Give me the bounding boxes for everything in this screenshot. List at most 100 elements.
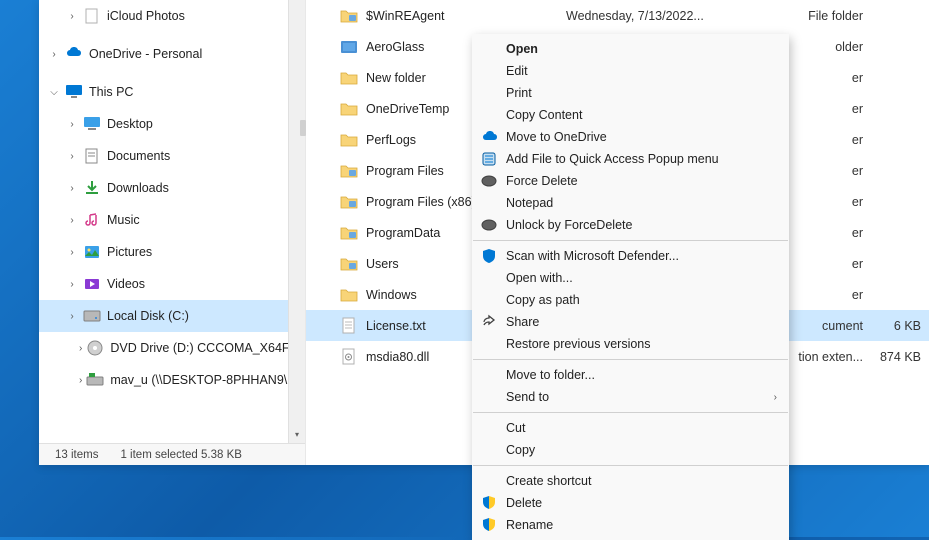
folder-icon [340, 255, 358, 273]
chevron-right-icon[interactable]: › [65, 183, 79, 194]
tree-label: This PC [89, 85, 133, 99]
separator [473, 359, 788, 360]
ctx-openwith[interactable]: Open with... [472, 267, 789, 289]
tree-label: Desktop [107, 117, 153, 131]
oval-icon [480, 216, 498, 234]
tree-item-music[interactable]: › Music [39, 204, 305, 236]
tree-item-videos[interactable]: › Videos [39, 268, 305, 300]
ctx-edit[interactable]: Edit [472, 60, 789, 82]
chevron-right-icon[interactable]: › [65, 151, 79, 162]
share-icon [480, 313, 498, 331]
file-name: OneDriveTemp [366, 102, 449, 116]
ctx-notepad[interactable]: Notepad [472, 192, 789, 214]
navigation-pane: › iCloud Photos › OneDrive - Personal ⌵ … [39, 0, 305, 465]
ctx-defender[interactable]: Scan with Microsoft Defender... [472, 245, 789, 267]
item-count: 13 items [55, 449, 98, 461]
ctx-print[interactable]: Print [472, 82, 789, 104]
ctx-createshortcut[interactable]: Create shortcut [472, 470, 789, 492]
chevron-right-icon[interactable]: › [65, 119, 79, 130]
tree-item-network[interactable]: › mav_u (\\DESKTOP-8PHHAN9\Users) ( [39, 364, 305, 396]
ctx-sendto[interactable]: Send to › [472, 386, 789, 408]
tree-item-thispc[interactable]: ⌵ This PC [39, 76, 305, 108]
tree-item-localdisk[interactable]: › Local Disk (C:) [39, 300, 305, 332]
videos-icon [83, 275, 101, 293]
disk-icon [83, 307, 101, 325]
separator [473, 240, 788, 241]
tree-label: Pictures [107, 245, 152, 259]
context-menu: Open Edit Print Copy Content Move to One… [472, 34, 789, 540]
music-icon [83, 211, 101, 229]
file-name: msdia80.dll [366, 350, 429, 364]
chevron-right-icon[interactable]: › [65, 11, 79, 22]
ctx-share[interactable]: Share [472, 311, 789, 333]
cloud-icon [65, 45, 83, 63]
downloads-icon [83, 179, 101, 197]
chevron-right-icon[interactable]: › [65, 215, 79, 226]
chevron-right-icon[interactable]: › [47, 49, 61, 60]
folder-icon [340, 100, 358, 118]
oval-icon [480, 172, 498, 190]
documents-icon [83, 147, 101, 165]
tree-item-pictures[interactable]: › Pictures [39, 236, 305, 268]
file-name: Windows [366, 288, 417, 302]
file-icon [83, 7, 101, 25]
ctx-delete[interactable]: Delete [472, 492, 789, 514]
tree-label: mav_u (\\DESKTOP-8PHHAN9\Users) ( [110, 373, 305, 387]
file-name: $WinREAgent [366, 9, 445, 23]
tree-item-onedrive[interactable]: › OneDrive - Personal [39, 38, 305, 70]
ctx-cut[interactable]: Cut [472, 417, 789, 439]
file-name: PerfLogs [366, 133, 416, 147]
splitter-handle[interactable] [300, 120, 306, 136]
file-name: Program Files [366, 164, 444, 178]
tree-label: Downloads [107, 181, 169, 195]
file-name: ProgramData [366, 226, 440, 240]
chevron-right-icon[interactable]: › [65, 311, 79, 322]
computer-icon [65, 83, 83, 101]
tree-item-icloud[interactable]: › iCloud Photos [39, 0, 305, 32]
file-name: Users [366, 257, 399, 271]
pictures-icon [83, 243, 101, 261]
file-row[interactable]: $WinREAgentWednesday, 7/13/2022...File f… [306, 0, 929, 31]
dvd-icon [86, 339, 104, 357]
ctx-copyaspath[interactable]: Copy as path [472, 289, 789, 311]
ctx-restoreprev[interactable]: Restore previous versions [472, 333, 789, 355]
ctx-movetofolder[interactable]: Move to folder... [472, 364, 789, 386]
tree-item-dvd[interactable]: › DVD Drive (D:) CCCOMA_X64FRE_EN-O [39, 332, 305, 364]
tree-label: Documents [107, 149, 170, 163]
uac-shield-icon [480, 516, 498, 534]
ctx-open[interactable]: Open [472, 38, 789, 60]
tree-item-desktop[interactable]: › Desktop [39, 108, 305, 140]
chevron-right-icon[interactable]: › [79, 375, 82, 386]
scroll-down-icon[interactable]: ▾ [289, 426, 305, 443]
separator [473, 465, 788, 466]
cloud-icon [480, 128, 498, 146]
file-type: File folder [716, 9, 869, 23]
folder-icon [340, 162, 358, 180]
ctx-unlock[interactable]: Unlock by ForceDelete [472, 214, 789, 236]
folder-icon [340, 286, 358, 304]
shield-icon [480, 247, 498, 265]
file-icon [340, 317, 358, 335]
ctx-copycontent[interactable]: Copy Content [472, 104, 789, 126]
nav-scrollbar[interactable]: ▾ [288, 0, 305, 443]
ctx-forcedelete[interactable]: Force Delete [472, 170, 789, 192]
ctx-copy[interactable]: Copy [472, 439, 789, 461]
chevron-right-icon: › [774, 392, 777, 403]
chevron-down-icon[interactable]: ⌵ [47, 87, 61, 98]
folder-icon [340, 224, 358, 242]
ctx-addquickaccess[interactable]: Add File to Quick Access Popup menu [472, 148, 789, 170]
chevron-right-icon[interactable]: › [65, 279, 79, 290]
selection-info: 1 item selected 5.38 KB [120, 449, 241, 461]
folder-tree: › iCloud Photos › OneDrive - Personal ⌵ … [39, 0, 305, 396]
tree-item-downloads[interactable]: › Downloads [39, 172, 305, 204]
folder-icon [340, 69, 358, 87]
network-drive-icon [86, 371, 104, 389]
ctx-rename[interactable]: Rename [472, 514, 789, 536]
ctx-movetoonedrive[interactable]: Move to OneDrive [472, 126, 789, 148]
chevron-right-icon[interactable]: › [79, 343, 82, 354]
file-name: Program Files (x86) [366, 195, 476, 209]
folder-icon [340, 7, 358, 25]
chevron-right-icon[interactable]: › [65, 247, 79, 258]
uac-shield-icon [480, 494, 498, 512]
tree-item-documents[interactable]: › Documents [39, 140, 305, 172]
